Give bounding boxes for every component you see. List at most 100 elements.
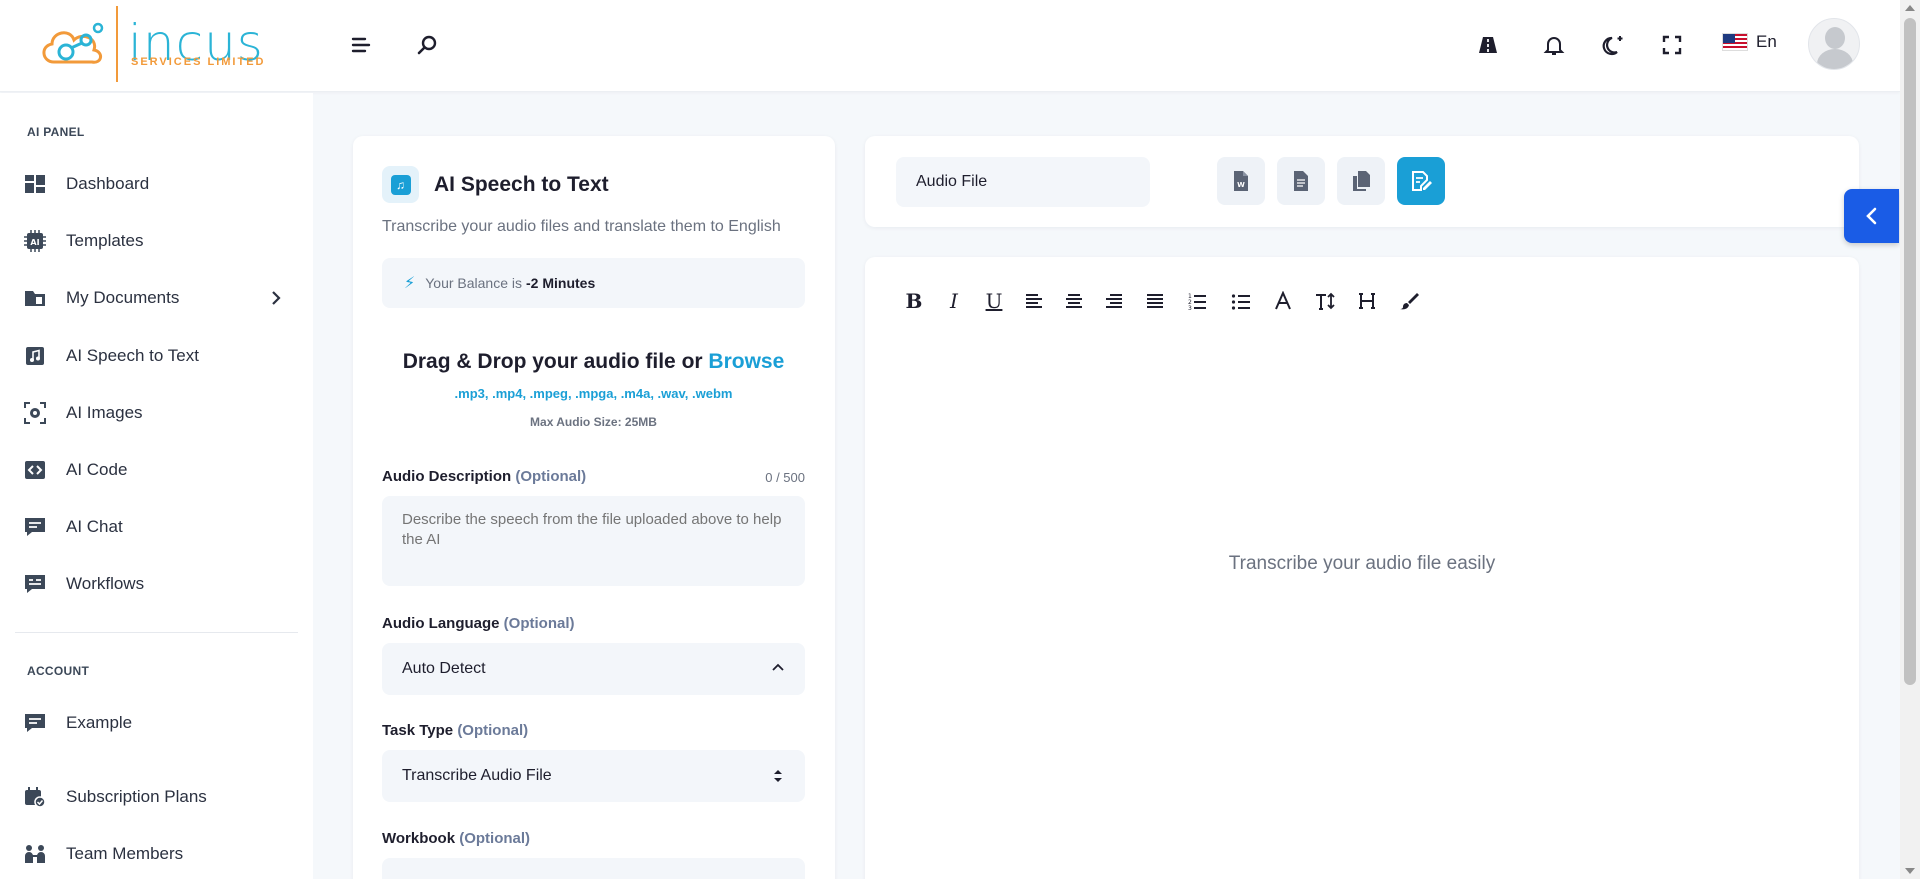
sidebar-item-label: AI Images: [66, 403, 143, 422]
message-icon: [25, 714, 45, 732]
sidebar-item-label: AI Code: [66, 460, 128, 479]
user-avatar[interactable]: [1808, 18, 1860, 70]
bullet-list-button[interactable]: [1227, 287, 1255, 315]
tool-subtitle: Transcribe your audio files and translat…: [382, 218, 781, 235]
ai-chip-icon: AI: [24, 230, 46, 252]
align-right-button[interactable]: [1100, 287, 1128, 315]
copy-text-button[interactable]: [1337, 157, 1385, 205]
word-file-icon: W: [1234, 171, 1248, 191]
label-text: Task Type: [382, 722, 454, 739]
music-file-icon: ♫: [390, 174, 411, 195]
browse-link[interactable]: Browse: [708, 350, 784, 373]
menu-icon: [351, 37, 371, 53]
dark-mode-button[interactable]: [1597, 28, 1631, 62]
moon-icon: [1602, 36, 1623, 56]
sidebar-item-ai-speech-to-text[interactable]: AI Speech to Text: [24, 338, 286, 374]
calendar-check-icon: [25, 787, 46, 808]
scroll-down-arrow-icon[interactable]: [1905, 868, 1915, 874]
road-button[interactable]: [1471, 28, 1505, 62]
sidebar-item-label: My Documents: [66, 288, 180, 307]
scroll-up-arrow-icon[interactable]: [1905, 5, 1915, 11]
document-name-input[interactable]: [896, 157, 1150, 207]
save-document-button[interactable]: [1397, 157, 1445, 205]
editor-placeholder: Transcribe your audio file easily: [1228, 553, 1496, 574]
heading-icon: [1359, 293, 1375, 309]
notifications-button[interactable]: [1537, 28, 1571, 62]
task-type-label: Task Type (Optional): [382, 722, 528, 739]
ordered-list-icon: 123: [1188, 293, 1206, 311]
sidebar-item-my-documents[interactable]: My Documents: [24, 280, 286, 316]
text-file-icon: [1294, 171, 1308, 191]
align-center-button[interactable]: [1060, 287, 1088, 315]
sidebar-item-ai-images[interactable]: AI Images: [24, 395, 286, 431]
align-left-icon: [1026, 294, 1042, 308]
document-toolbar-card: W: [865, 136, 1859, 227]
audio-dropzone[interactable]: Drag & Drop your audio file or Browse .m…: [382, 350, 805, 429]
sidebar-section-account: ACCOUNT: [27, 664, 90, 678]
sidebar-item-label: Subscription Plans: [66, 787, 207, 806]
sidebar-divider: [15, 632, 298, 633]
code-icon: [25, 461, 45, 479]
tool-title: AI Speech to Text: [434, 172, 609, 196]
heading-button[interactable]: [1353, 287, 1381, 315]
download-text-button[interactable]: [1277, 157, 1325, 205]
chevron-up-icon: [772, 663, 784, 671]
balance-value: -2 Minutes: [526, 275, 596, 291]
underline-button[interactable]: U: [980, 287, 1008, 315]
align-justify-button[interactable]: [1141, 287, 1169, 315]
brand-logo[interactable]: incus SERVICES LIMITED: [36, 4, 266, 82]
workbook-label: Workbook (Optional): [382, 830, 530, 847]
optional-tag: (Optional): [503, 615, 575, 632]
sidebar-item-ai-code[interactable]: AI Code: [24, 452, 286, 488]
sidebar-item-subscription-plans[interactable]: Subscription Plans: [24, 779, 286, 815]
font-size-button[interactable]: [1311, 287, 1339, 315]
sidebar-item-example[interactable]: Example: [24, 705, 286, 741]
label-text: Audio Description: [382, 468, 512, 485]
scroll-thumb[interactable]: [1904, 18, 1916, 685]
dropzone-text: Drag & Drop your audio file or: [402, 350, 703, 373]
chevron-left-icon: [1865, 207, 1876, 225]
sidebar-item-dashboard[interactable]: Dashboard: [24, 166, 286, 202]
sidebar-item-label: Example: [66, 713, 133, 732]
bullet-list-icon: [1231, 294, 1250, 310]
sidebar-item-team-members[interactable]: Team Members: [24, 836, 286, 872]
svg-text:W: W: [1237, 181, 1245, 189]
task-type-select[interactable]: Transcribe Audio File: [382, 750, 805, 802]
format-brush-button[interactable]: [1395, 287, 1423, 315]
optional-tag: (Optional): [457, 722, 529, 739]
language-selector[interactable]: En: [1722, 32, 1777, 52]
select-value: Auto Detect: [402, 660, 486, 677]
ordered-list-button[interactable]: 123: [1183, 287, 1211, 315]
workflow-chat-icon: [25, 575, 45, 593]
italic-button[interactable]: I: [940, 287, 968, 315]
align-left-button[interactable]: [1020, 287, 1048, 315]
transcript-editor-card: B I U 123 Transcribe your audio file eas…: [865, 257, 1859, 879]
menu-toggle-button[interactable]: [344, 28, 378, 62]
page-scrollbar[interactable]: [1900, 0, 1920, 879]
balance-prefix: Your Balance is: [425, 275, 523, 291]
panel-collapse-button[interactable]: [1844, 189, 1899, 243]
bell-icon: [1543, 37, 1565, 55]
sidebar-item-templates[interactable]: AI Templates: [24, 223, 286, 259]
italic-icon: I: [950, 289, 958, 313]
paint-brush-icon: [1400, 293, 1419, 310]
lightning-icon: ⚡︎: [404, 275, 416, 292]
sidebar-item-ai-chat[interactable]: AI Chat: [24, 509, 286, 545]
audio-language-select[interactable]: Auto Detect: [382, 643, 805, 695]
description-char-counter: 0 / 500: [765, 470, 805, 485]
search-button[interactable]: [410, 28, 444, 62]
audio-description-label: Audio Description (Optional): [382, 468, 586, 485]
bold-button[interactable]: B: [900, 287, 928, 315]
brand-tagline: SERVICES LIMITED: [131, 56, 266, 68]
team-icon: [25, 845, 45, 863]
text-height-icon: [1316, 292, 1335, 310]
sidebar: AI PANEL Dashboard AI Templates My Docum…: [0, 93, 313, 879]
font-color-button[interactable]: [1269, 287, 1297, 315]
audio-description-input[interactable]: [382, 496, 805, 586]
optional-tag: (Optional): [515, 468, 587, 485]
fullscreen-button[interactable]: [1655, 28, 1689, 62]
dropzone-formats: .mp3, .mp4, .mpeg, .mpga, .m4a, .wav, .w…: [454, 386, 733, 401]
download-word-button[interactable]: W: [1217, 157, 1265, 205]
workbook-select[interactable]: [382, 858, 805, 879]
sidebar-item-workflows[interactable]: Workflows: [24, 566, 286, 602]
